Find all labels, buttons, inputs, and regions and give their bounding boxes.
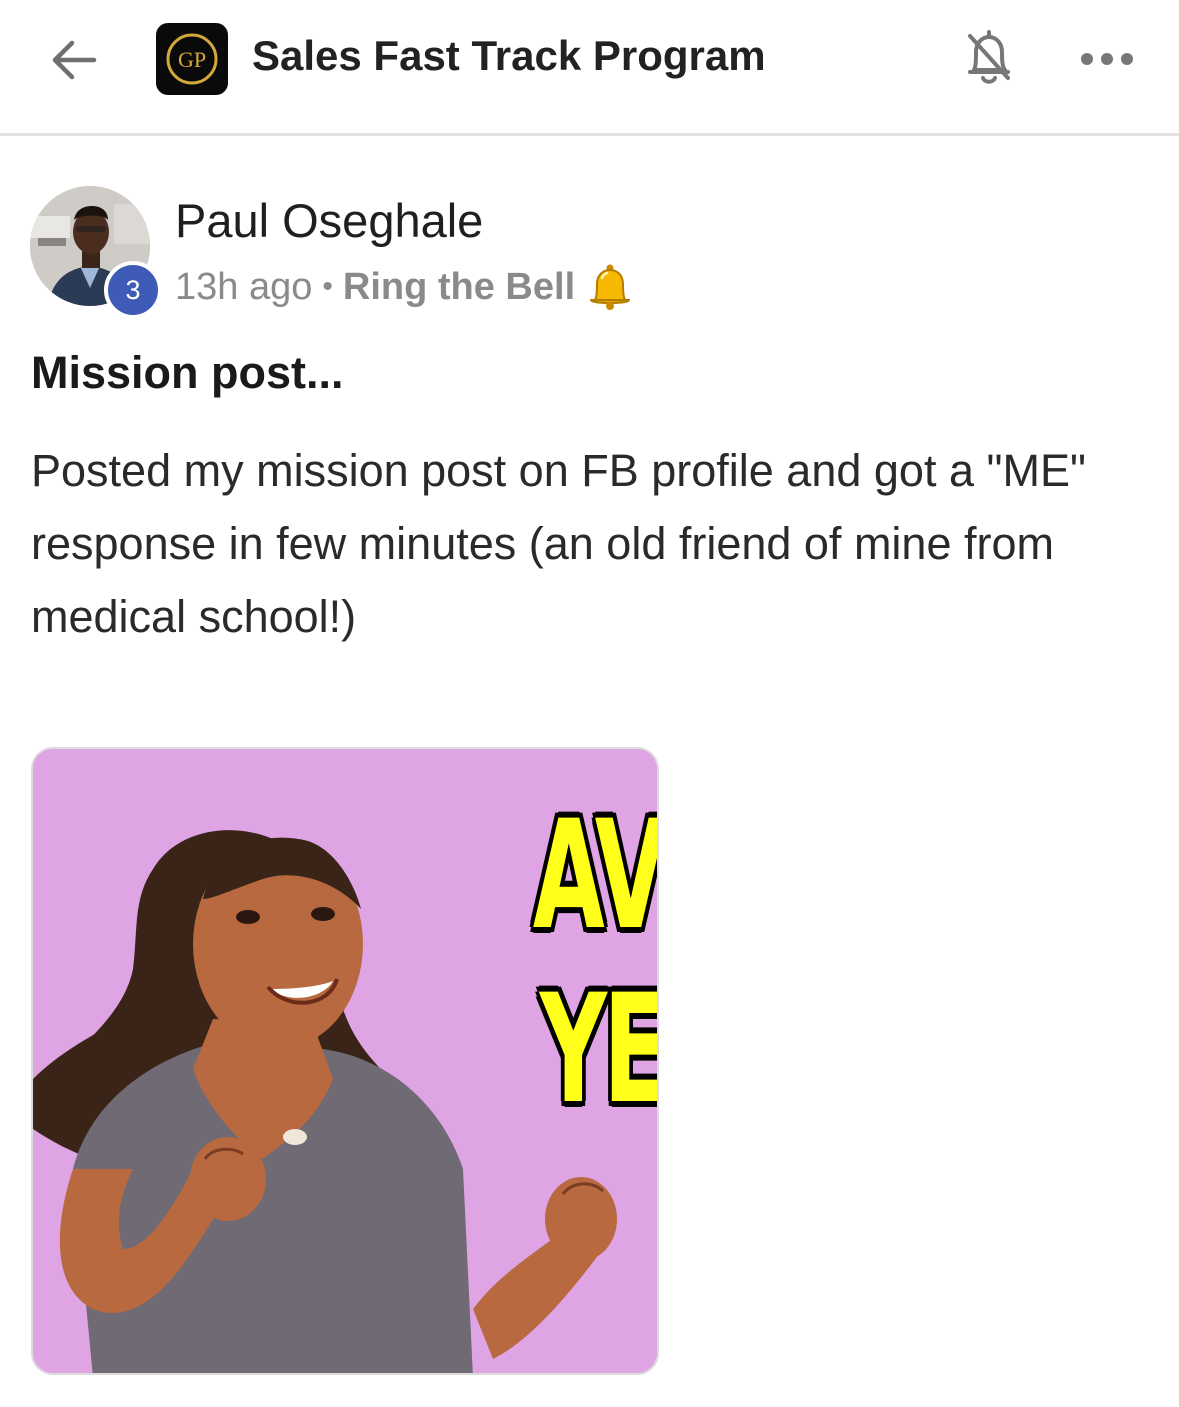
post-meta: 13h ago • Ring the Bell — [175, 264, 635, 310]
bell-off-icon — [968, 30, 1010, 84]
svg-text:GP: GP — [178, 47, 206, 72]
top-bar: GP Sales Fast Track Program — [0, 0, 1179, 136]
post-gif[interactable]: AV YE — [31, 747, 659, 1375]
post-category[interactable]: Ring the Bell — [343, 266, 575, 309]
post-time: 13h ago — [175, 265, 313, 308]
post-title: Mission post... — [31, 347, 344, 398]
more-horizontal-icon — [1081, 53, 1133, 65]
meta-separator: • — [322, 270, 333, 303]
gif-caption-line-1: AV — [532, 789, 659, 963]
more-options-button[interactable] — [1076, 36, 1138, 82]
arrow-left-icon — [52, 40, 97, 80]
group-logo[interactable]: GP — [156, 23, 228, 95]
gif-caption-line-2: YE — [539, 963, 659, 1137]
level-badge: 3 — [104, 261, 162, 319]
author-name[interactable]: Paul Oseghale — [175, 193, 483, 248]
back-button[interactable] — [44, 30, 104, 90]
notifications-button[interactable] — [958, 24, 1020, 90]
gp-logo-icon: GP — [166, 33, 218, 85]
post-body: Posted my mission post on FB profile and… — [31, 445, 1086, 642]
bell-emoji-icon — [585, 262, 635, 312]
group-title: Sales Fast Track Program — [252, 32, 766, 79]
